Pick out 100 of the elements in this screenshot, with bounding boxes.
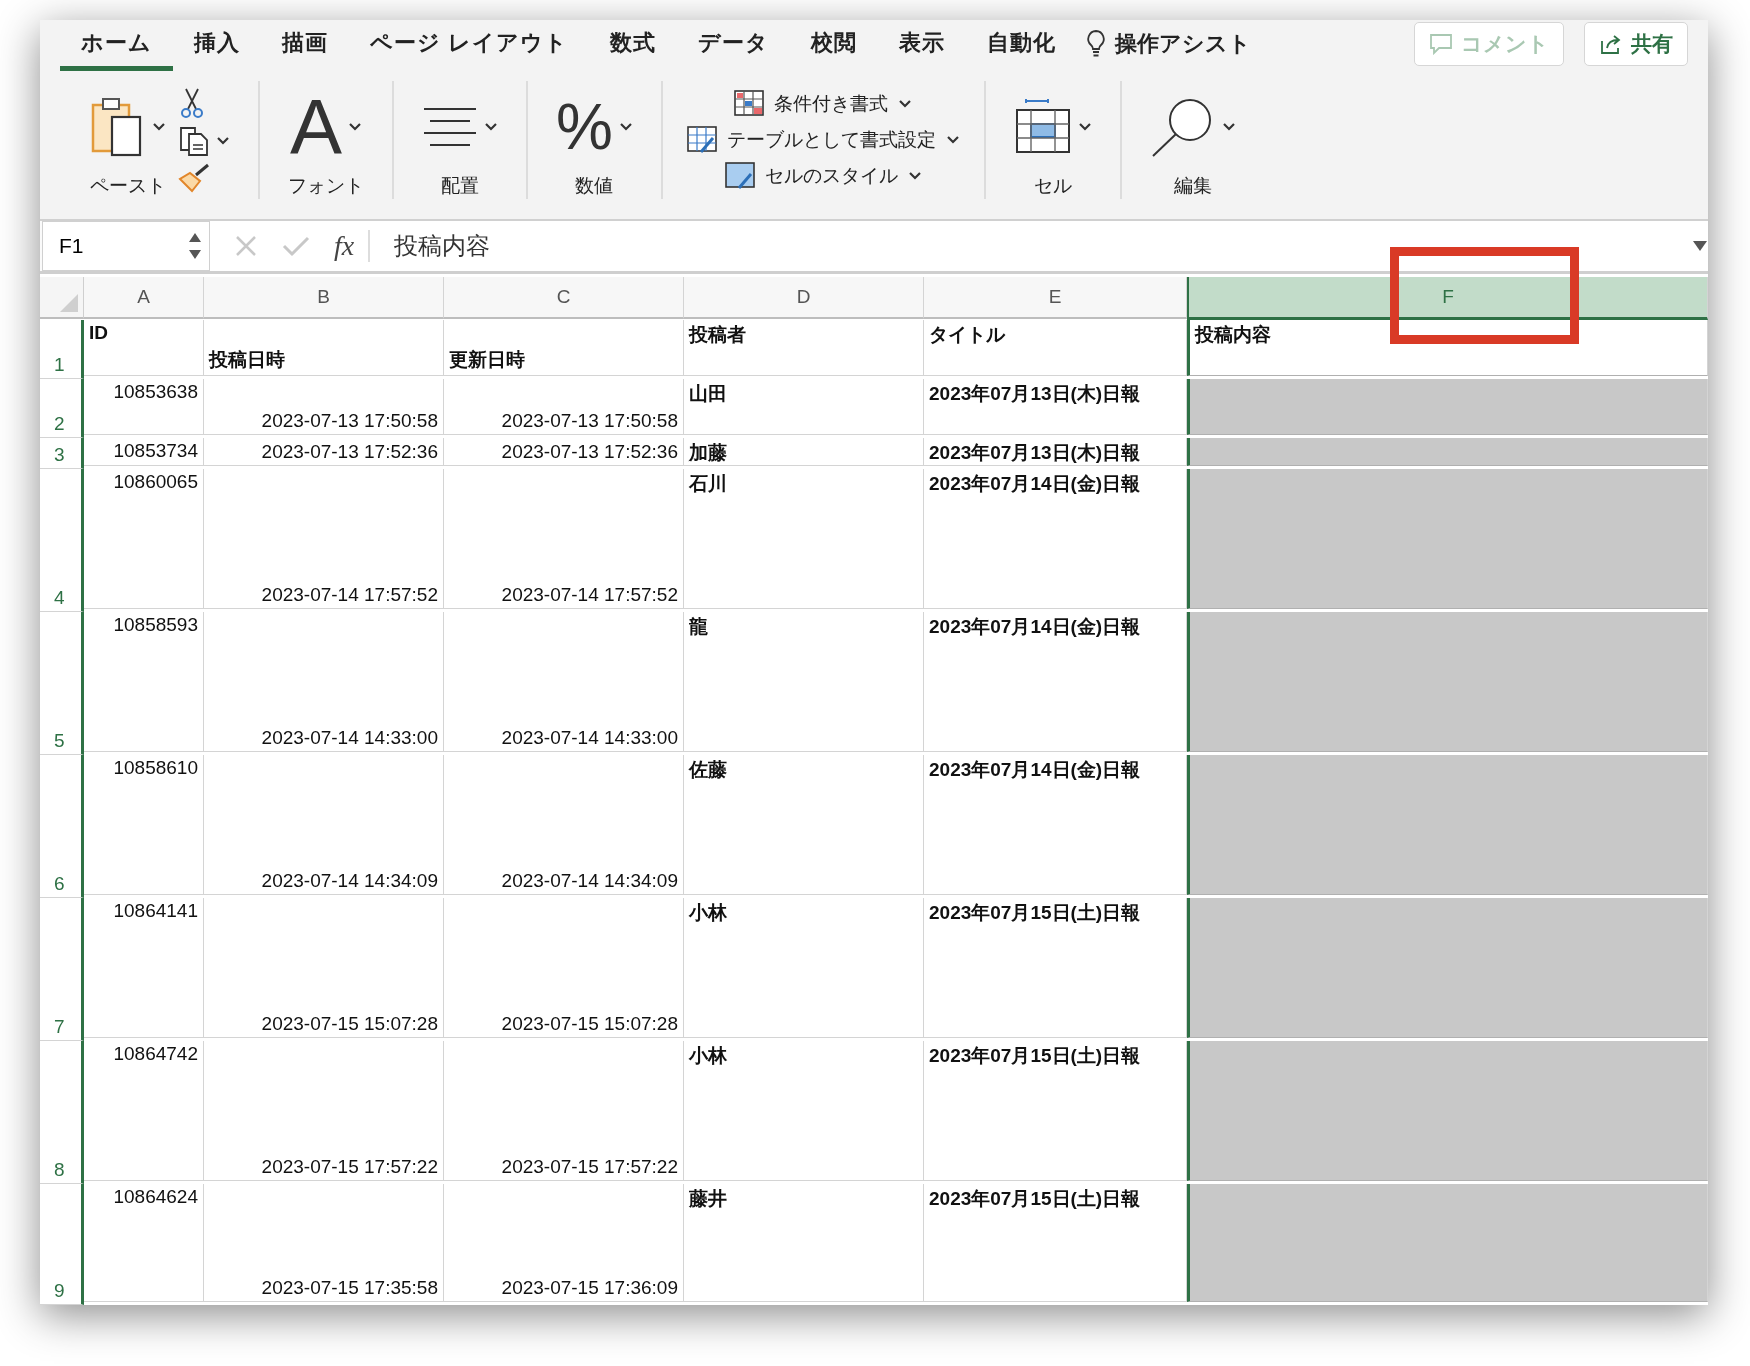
checkmark-icon[interactable] <box>282 234 310 258</box>
table-cell-text: 小林 <box>689 901 727 925</box>
table-cell-text: 投稿者 <box>689 323 746 347</box>
row-header[interactable]: 3 <box>40 438 84 469</box>
table-cell-text: 投稿日時 <box>209 348 285 372</box>
row-header[interactable]: 6 <box>40 755 84 898</box>
ribbon-tab[interactable]: データ <box>677 20 791 71</box>
row-header[interactable]: 2 <box>40 379 84 438</box>
table-cell: 2023-07-14 14:33:00 <box>261 727 438 749</box>
table-cell: 10864624 <box>113 1186 198 1208</box>
table-cell-text: 石川 <box>689 472 727 496</box>
selected-cell[interactable] <box>1187 755 1708 895</box>
column-header[interactable]: E <box>924 277 1187 319</box>
row-header[interactable]: 7 <box>40 898 84 1041</box>
corner-triangle-icon <box>58 292 80 314</box>
name-box[interactable]: F1 <box>42 221 210 271</box>
column-header[interactable]: D <box>684 277 924 319</box>
caret-icon[interactable] <box>484 122 498 132</box>
selected-cell[interactable] <box>1187 1184 1708 1302</box>
lightbulb-icon[interactable] <box>1085 28 1108 59</box>
ribbon-tab[interactable]: 表示 <box>878 20 967 71</box>
table-cell-text: 2023年07月14日(金)日報 <box>929 758 1141 782</box>
table-cell-text: 2023年07月15日(土)日報 <box>929 901 1141 925</box>
table-cell: 10864141 <box>113 900 198 922</box>
ribbon-menu-item[interactable]: テーブルとして書式設定 <box>686 126 960 154</box>
selected-cell[interactable] <box>1187 1041 1708 1181</box>
row-header[interactable]: 5 <box>40 612 84 755</box>
ribbon-menu-item[interactable]: 条件付き書式 <box>734 90 913 118</box>
ribbon-tab[interactable]: 挿入 <box>173 20 261 71</box>
selected-cell[interactable]: 投稿内容 <box>1187 320 1708 376</box>
ribbon-menu-item[interactable]: セルのスタイル <box>724 162 922 190</box>
selected-cell[interactable] <box>1187 379 1708 435</box>
row-header[interactable]: 9 <box>40 1184 84 1305</box>
table-cell-text: 小林 <box>689 1044 727 1068</box>
table-cell: 10853638 <box>113 381 198 403</box>
table-cell: 2023-07-15 15:07:28 <box>501 1013 678 1035</box>
table-cell: 2023-07-13 17:52:36 <box>501 441 678 463</box>
cell-style-icon <box>724 162 755 190</box>
table-cell-text: 2023年07月15日(土)日報 <box>929 1044 1141 1068</box>
dropdown-arrow-icon[interactable] <box>1692 240 1708 252</box>
ribbon-tab[interactable]: 自動化 <box>966 20 1078 71</box>
group-label[interactable]: フォント <box>288 173 364 199</box>
column-header[interactable]: F <box>1187 277 1708 320</box>
table-cell-text: 佐藤 <box>689 758 727 782</box>
table-cell: 2023-07-15 17:57:22 <box>261 1156 438 1178</box>
caret-icon[interactable] <box>618 122 633 132</box>
table-cell-text: 山田 <box>689 382 727 406</box>
caret-icon <box>898 99 913 109</box>
ribbon-tab[interactable]: 数式 <box>589 20 678 71</box>
percent-glyph[interactable]: % <box>556 95 613 159</box>
group-label[interactable]: 配置 <box>441 173 479 199</box>
paintbrush-icon[interactable] <box>178 163 212 193</box>
group-label[interactable]: 編集 <box>1173 173 1212 199</box>
column-header[interactable]: A <box>84 277 204 319</box>
row-header[interactable]: 8 <box>40 1041 84 1184</box>
table-cell-text: 2023年07月15日(土)日報 <box>929 1187 1141 1211</box>
copy-icon[interactable] <box>178 125 210 157</box>
caret-icon[interactable] <box>152 122 166 132</box>
cell-reference: F1 <box>59 234 84 258</box>
row-header[interactable]: 1 <box>40 320 84 379</box>
table-cell: 2023-07-15 15:07:28 <box>261 1013 438 1035</box>
selected-cell[interactable] <box>1187 898 1708 1038</box>
table-cell-text: 2023年07月14日(金)日報 <box>929 615 1141 639</box>
caret-icon[interactable] <box>1221 122 1236 132</box>
table-cell: 2023-07-13 17:52:36 <box>261 441 438 463</box>
table-cell: 2023-07-14 14:34:09 <box>501 870 678 892</box>
paste-label[interactable]: ペースト <box>90 173 166 199</box>
caret-icon[interactable] <box>348 122 362 132</box>
table-cell: 2023-07-13 17:50:58 <box>501 410 678 432</box>
font-glyph[interactable]: A <box>290 88 342 166</box>
table-cell: 10858610 <box>113 757 198 779</box>
row-header[interactable]: 4 <box>40 469 84 612</box>
scissors-icon[interactable] <box>178 87 206 119</box>
table-cell-text: 投稿内容 <box>1195 323 1271 347</box>
share-button[interactable]: 共有 <box>1584 21 1688 66</box>
table-cell: 10864742 <box>113 1043 198 1065</box>
assist-label[interactable]: 操作アシスト <box>1115 28 1252 59</box>
group-label[interactable]: セル <box>1033 173 1072 199</box>
table-cell: 10858593 <box>113 614 198 636</box>
table-cell-text: 加藤 <box>689 441 727 465</box>
table-cell: 2023-07-14 14:33:00 <box>501 727 678 749</box>
selected-cell[interactable] <box>1187 469 1708 609</box>
caret-icon[interactable] <box>1077 122 1092 132</box>
insert-function-button[interactable]: fx <box>334 230 371 262</box>
table-cell: 2023-07-13 17:50:58 <box>261 410 438 432</box>
selected-cell[interactable] <box>1187 438 1708 466</box>
ribbon-tab[interactable]: 校閲 <box>790 20 879 71</box>
group-label[interactable]: 数値 <box>575 173 614 199</box>
ribbon-tab[interactable]: ページ レイアウト <box>349 20 590 71</box>
table-cells-icon[interactable] <box>1013 98 1072 156</box>
column-header[interactable]: C <box>444 277 684 319</box>
table-cell: 2023-07-15 17:36:09 <box>501 1277 678 1299</box>
table-cell-text: 藤井 <box>689 1187 727 1211</box>
ribbon-tab[interactable]: 描画 <box>261 20 349 71</box>
column-header[interactable]: B <box>204 277 444 319</box>
share-icon <box>1599 32 1623 55</box>
caret-icon[interactable] <box>216 136 230 146</box>
table-cell-text: 2023年07月14日(金)日報 <box>929 472 1141 496</box>
formula-content[interactable]: 投稿内容 <box>394 230 1668 262</box>
selected-cell[interactable] <box>1187 612 1708 752</box>
